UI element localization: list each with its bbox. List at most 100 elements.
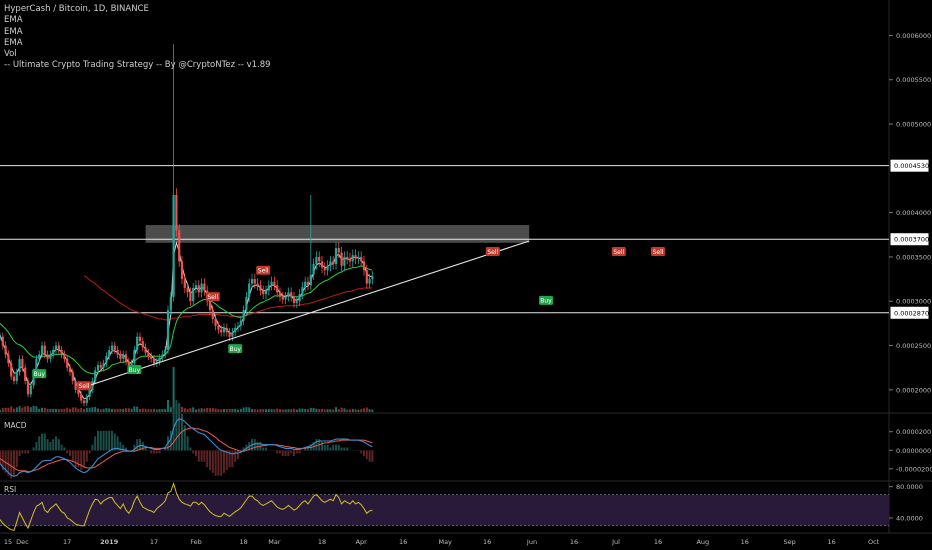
candle-body — [197, 285, 200, 293]
x-tick-label: Jun — [526, 538, 537, 546]
volume-bar — [169, 407, 172, 412]
x-tick-label: 16 — [741, 538, 749, 546]
macd-histogram-bar — [74, 450, 77, 468]
macd-histogram-bar — [88, 450, 91, 454]
volume-bar — [97, 408, 99, 412]
macd-histogram-bar — [21, 450, 24, 454]
macd-histogram-bar — [192, 450, 195, 454]
macd-histogram-bar — [83, 450, 85, 468]
macd-histogram-bar — [363, 450, 365, 457]
candle-body — [122, 354, 125, 359]
volume-bar — [360, 409, 363, 412]
candle-body — [91, 380, 94, 390]
candle-body — [183, 279, 186, 288]
volume-bar — [197, 408, 200, 412]
candle-body — [49, 354, 52, 359]
macd-histogram-bar — [60, 444, 63, 451]
volume-bar — [49, 408, 52, 412]
candle-body — [287, 292, 290, 297]
volume-bar — [301, 408, 304, 412]
candle-body — [136, 336, 139, 350]
candle-body — [12, 376, 16, 381]
volume-bar — [206, 407, 209, 412]
candle-body — [124, 354, 128, 362]
volume-bar — [83, 409, 85, 412]
y-tick-label: 0.0004000 — [896, 209, 931, 217]
y-tick-label: 0.0003500 — [896, 253, 931, 261]
y-tick-label: 0.0005500 — [896, 76, 931, 84]
candle-body — [203, 283, 206, 291]
volume-bar — [172, 367, 175, 412]
candle-body — [281, 296, 284, 300]
x-tick-label: Feb — [190, 538, 202, 546]
candle-body — [68, 367, 72, 373]
macd-histogram-bar — [237, 450, 239, 459]
resistance-zone — [145, 225, 530, 243]
macd-histogram-bar — [323, 444, 326, 451]
candle-body — [194, 285, 198, 288]
macd-histogram-bar — [203, 450, 206, 462]
rsi-y-tick-label: 80.0000 — [896, 483, 923, 491]
volume-bar — [158, 409, 161, 412]
macd-histogram-bar — [360, 450, 363, 454]
volume-bar — [265, 409, 267, 412]
volume-bar — [150, 409, 153, 412]
candle-body — [152, 358, 156, 364]
volume-bar — [251, 409, 253, 412]
volume-bar — [181, 406, 183, 412]
volume-bar — [349, 409, 351, 412]
candle-body — [334, 248, 338, 265]
volume-bar — [91, 407, 94, 412]
volume-bar — [130, 408, 133, 412]
candle-body — [189, 292, 192, 302]
candle-body — [368, 279, 371, 284]
candle-body — [326, 265, 329, 271]
volume-bar — [276, 408, 279, 412]
chart-title: HyperCash / Bitcoin, 1D, BINANCE — [4, 4, 149, 14]
candle-body — [214, 318, 217, 327]
volume-bar — [1, 407, 4, 412]
volume-bar — [141, 408, 144, 412]
price-level-label: 0.0004530 — [894, 162, 929, 170]
candle-body — [346, 256, 349, 259]
legend-ema-2: EMA — [4, 26, 23, 37]
x-tick-label: 16 — [827, 538, 835, 546]
volume-bar — [186, 409, 189, 412]
candle-body — [332, 261, 335, 265]
volume-bar — [332, 409, 335, 412]
volume-bar — [225, 408, 228, 412]
candle-body — [15, 372, 18, 381]
candle-body — [150, 356, 153, 359]
candle-body — [360, 256, 363, 262]
macd-histogram-bar — [183, 425, 186, 451]
candle-body — [295, 301, 298, 304]
candle-body — [234, 327, 237, 333]
candle-body — [351, 255, 354, 262]
candle-body — [208, 301, 212, 311]
macd-histogram-bar — [32, 447, 35, 451]
x-tick-label: 2019 — [100, 538, 119, 546]
price-level-label: 0.0003700 — [894, 236, 929, 244]
macd-histogram-bar — [223, 450, 225, 473]
volume-bar — [71, 407, 74, 412]
macd-histogram-bar — [57, 439, 60, 451]
candle-body — [256, 283, 259, 286]
candle-body — [88, 389, 91, 397]
volume-bar — [153, 408, 155, 412]
candle-body — [304, 281, 307, 288]
candle-body — [290, 292, 293, 297]
volume-bar — [99, 409, 102, 412]
volume-bar — [245, 407, 248, 412]
candle-body — [312, 264, 315, 275]
volume-bar — [15, 407, 18, 412]
volume-bar — [200, 408, 203, 412]
volume-bar — [189, 408, 192, 412]
x-tick-label: Aug — [696, 538, 709, 546]
volume-bar — [351, 408, 354, 412]
legend-ema-3: EMA — [4, 37, 23, 48]
macd-histogram-bar — [63, 447, 66, 451]
macd-histogram-bar — [234, 450, 237, 462]
candle-body — [29, 385, 32, 395]
volume-bar — [105, 408, 108, 412]
macd-histogram-bar — [265, 447, 267, 451]
